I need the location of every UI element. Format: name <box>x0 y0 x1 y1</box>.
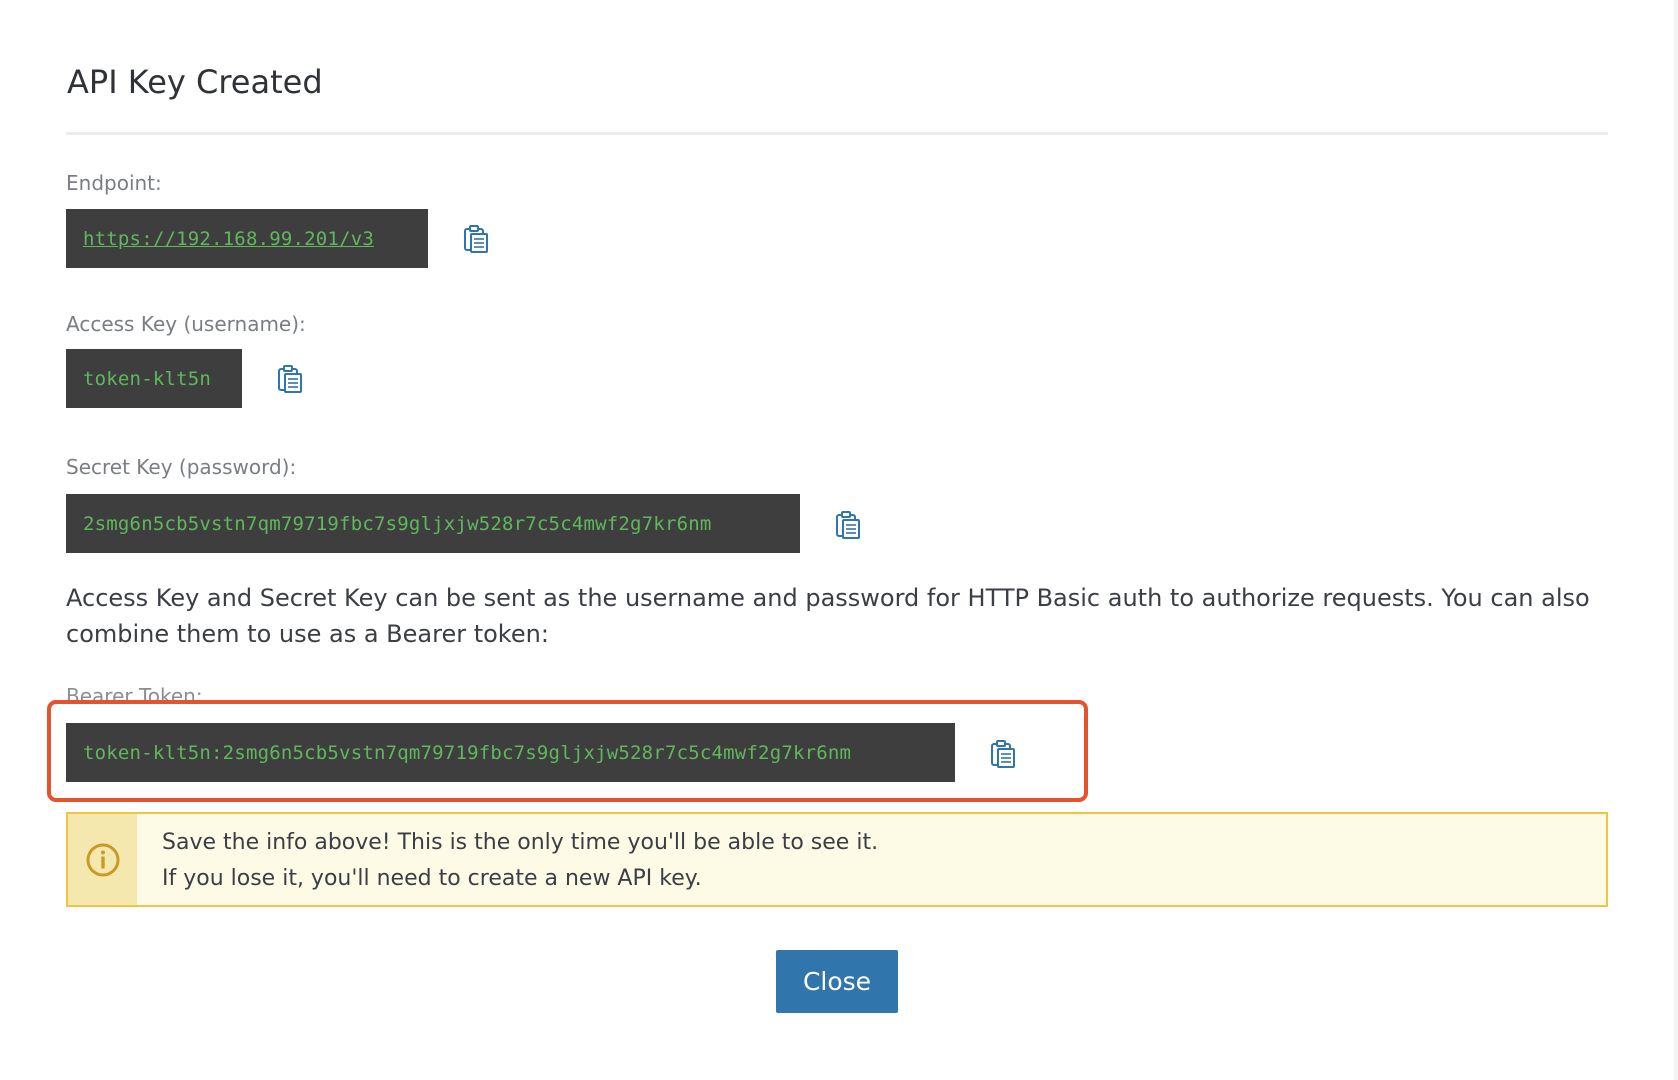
title-divider <box>66 132 1608 135</box>
copy-secret-key-button[interactable] <box>833 510 863 540</box>
scrollbar-edge <box>1674 0 1678 1080</box>
save-info-alert: Save the info above! This is the only ti… <box>66 812 1608 907</box>
clipboard-icon <box>464 225 488 253</box>
clipboard-icon <box>836 511 860 539</box>
access-key-label: Access Key (username): <box>66 312 306 336</box>
alert-line-2: If you lose it, you'll need to create a … <box>162 866 702 891</box>
copy-endpoint-button[interactable] <box>461 224 491 254</box>
bearer-token-highlight <box>47 700 1088 802</box>
close-button[interactable]: Close <box>776 950 898 1013</box>
info-circle-icon <box>86 843 119 876</box>
alert-message: Save the info above! This is the only ti… <box>137 814 878 905</box>
secret-key-label: Secret Key (password): <box>66 455 297 479</box>
dialog-title: API Key Created <box>67 63 323 101</box>
api-key-created-dialog: API Key Created Endpoint: https://192.16… <box>0 0 1678 1080</box>
auth-help-text: Access Key and Secret Key can be sent as… <box>66 584 1590 648</box>
access-key-value: token-klt5n <box>83 367 212 390</box>
alert-line-1: Save the info above! This is the only ti… <box>162 830 879 855</box>
endpoint-link[interactable]: https://192.168.99.201/v3 <box>83 228 374 250</box>
secret-key-value: 2smg6n5cb5vstn7qm79719fbc7s9gljxjw528r7c… <box>83 512 712 535</box>
alert-icon-area <box>68 814 137 905</box>
clipboard-icon <box>278 365 302 393</box>
endpoint-value-box: https://192.168.99.201/v3 <box>66 209 428 268</box>
access-key-value-box: token-klt5n <box>66 349 242 408</box>
endpoint-label: Endpoint: <box>66 171 162 195</box>
secret-key-value-box: 2smg6n5cb5vstn7qm79719fbc7s9gljxjw528r7c… <box>66 494 800 553</box>
copy-access-key-button[interactable] <box>275 364 305 394</box>
